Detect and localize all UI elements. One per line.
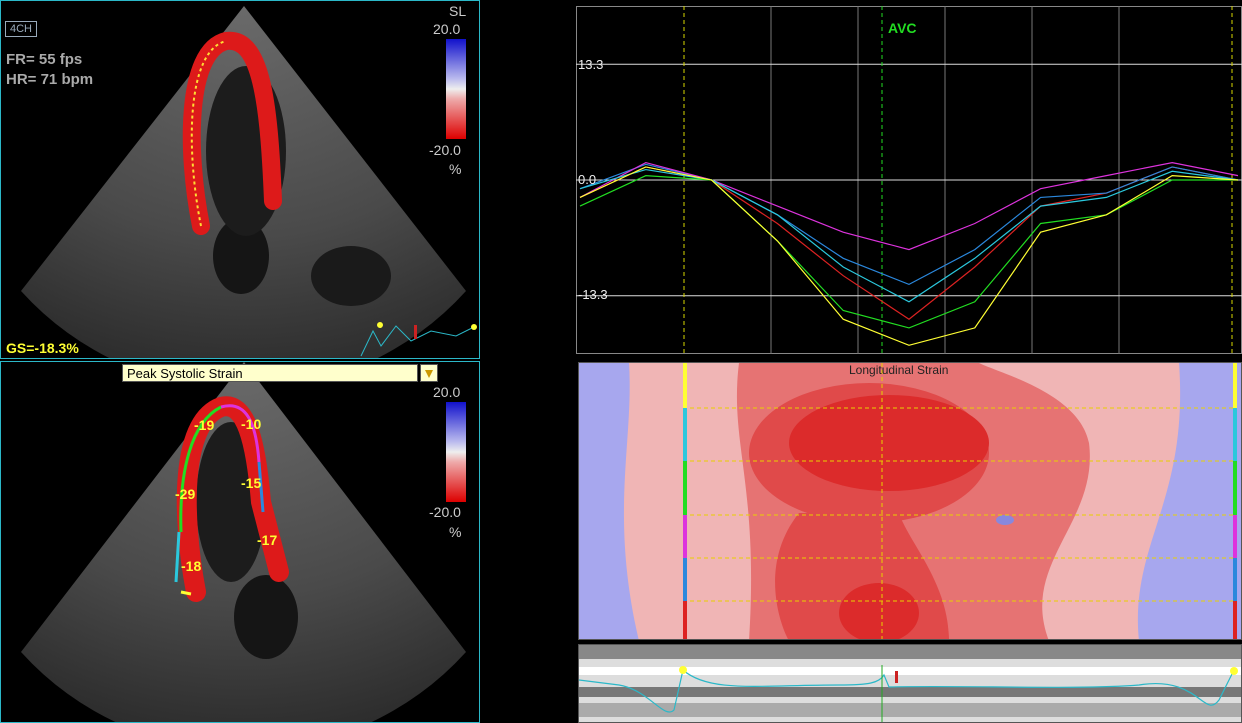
strain-curve xyxy=(579,175,1238,329)
segment-label: -19 xyxy=(194,417,215,433)
segment-label: -17 xyxy=(257,532,278,548)
global-strain: GS=-18.3% xyxy=(6,340,79,356)
scale-unit: % xyxy=(449,161,462,177)
scale-max: 20.0 xyxy=(433,384,461,400)
frame-rate: FR= 55 fps xyxy=(6,51,83,68)
top-echo-view[interactable]: 4CH FR= 55 fps HR= 71 bpm SL 20.0 -20.0 … xyxy=(0,0,480,359)
strain-map-title: Longitudinal Strain xyxy=(849,363,949,377)
avc-marker-label: AVC xyxy=(888,20,917,36)
strain-curve xyxy=(579,166,1239,320)
scale-min: -20.0 xyxy=(429,504,461,520)
segment-label: -18 xyxy=(181,558,202,574)
strain-curve xyxy=(579,161,1239,251)
bottom-echo-view[interactable]: Peak Systolic Strain 20.0 -20.0 % -19 -1… xyxy=(0,361,480,723)
mmode-strip[interactable] xyxy=(578,644,1242,723)
segment-label: -29 xyxy=(175,486,196,502)
strain-curve xyxy=(579,163,1239,286)
strain-curve xyxy=(579,168,1239,303)
parameter-select-button[interactable] xyxy=(420,364,438,382)
segment-label: -10 xyxy=(241,416,262,432)
view-label: 4CH xyxy=(5,21,38,37)
parameter-select[interactable]: Peak Systolic Strain xyxy=(122,364,418,382)
scale-max: 20.0 xyxy=(433,21,461,37)
segment-label: -15 xyxy=(241,475,262,491)
strain-map-image xyxy=(579,363,1241,639)
chevron-down-icon xyxy=(425,370,433,378)
scale-name: SL xyxy=(449,3,467,19)
tick-label: 13.3 xyxy=(578,57,604,72)
tick-label: 0.0 xyxy=(578,172,597,187)
strain-map[interactable]: Longitudinal Strain xyxy=(578,362,1242,640)
mmode-image xyxy=(579,645,1241,722)
curve-plot xyxy=(576,6,1242,354)
scale-min: -20.0 xyxy=(429,142,461,158)
heart-rate: HR= 71 bpm xyxy=(6,71,94,88)
scale-unit: % xyxy=(449,524,462,540)
strain-curve-chart[interactable]: 13.3 0.0 -13.3 AVC xyxy=(576,6,1242,354)
tick-label: -13.3 xyxy=(578,287,608,302)
